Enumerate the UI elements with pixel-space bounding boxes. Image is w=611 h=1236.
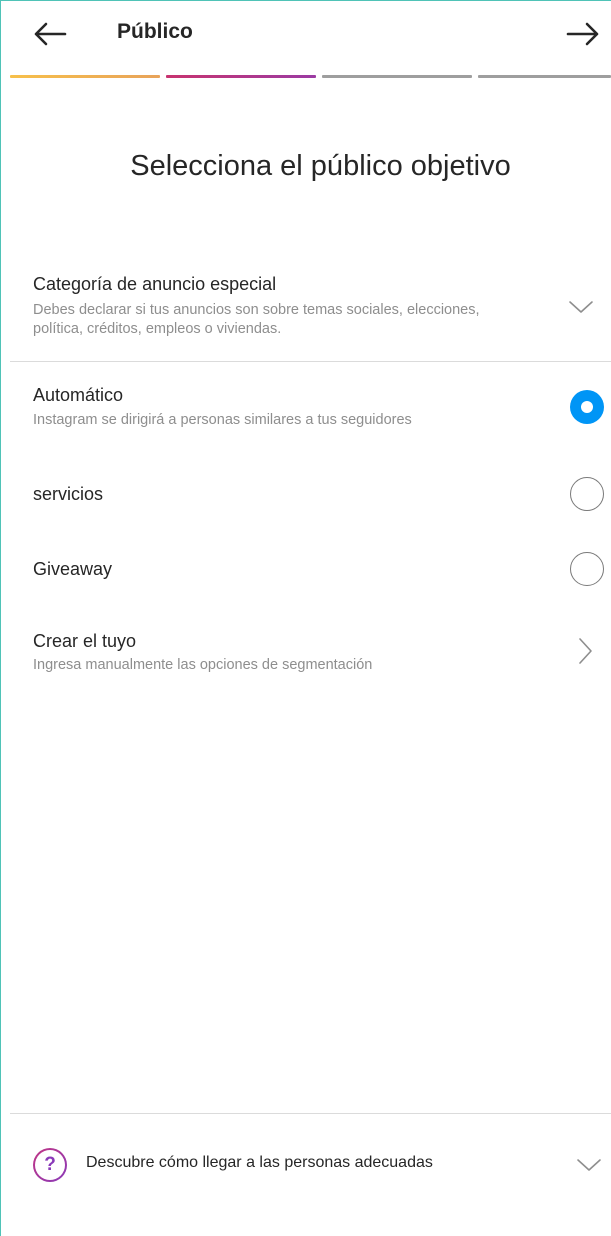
radio-servicios[interactable] bbox=[570, 477, 604, 511]
page-title: Público bbox=[117, 20, 193, 43]
progress-step-4 bbox=[478, 75, 611, 78]
audience-option-label: servicios bbox=[33, 484, 104, 504]
chevron-down-icon bbox=[577, 1159, 601, 1171]
back-button[interactable] bbox=[28, 14, 72, 54]
radio-automatic[interactable] bbox=[570, 390, 604, 424]
help-question-icon: ? bbox=[33, 1148, 67, 1182]
progress-step-1 bbox=[10, 75, 160, 78]
audience-option-label: Automático bbox=[33, 385, 124, 405]
radio-giveaway[interactable] bbox=[570, 552, 604, 586]
create-own-subtitle: Ingresa manualmente las opciones de segm… bbox=[33, 657, 373, 673]
chevron-down-icon bbox=[569, 301, 593, 313]
progress-step-3 bbox=[322, 75, 472, 78]
audience-option-subtitle: Instagram se dirigirá a personas similar… bbox=[33, 412, 412, 428]
progress-step-2 bbox=[166, 75, 316, 78]
divider bbox=[10, 361, 611, 362]
arrow-right-icon bbox=[566, 22, 599, 46]
help-row[interactable] bbox=[10, 1114, 611, 1236]
create-own-audience-row[interactable]: Crear el tuyo Ingresa manualmente las op… bbox=[10, 628, 611, 684]
create-own-title: Crear el tuyo bbox=[33, 631, 137, 651]
arrow-left-icon bbox=[34, 22, 67, 46]
chevron-right-icon bbox=[579, 638, 592, 664]
screen-frame bbox=[0, 0, 611, 1236]
special-ad-category-subtitle: Debes declarar si tus anuncios son sobre… bbox=[33, 302, 480, 337]
audience-option-servicios[interactable]: servicios bbox=[10, 470, 611, 520]
audience-option-giveaway[interactable]: Giveaway bbox=[10, 545, 611, 595]
page-heading: Selecciona el público objetivo bbox=[130, 150, 511, 182]
special-ad-category-row[interactable]: Categoría de anuncio especial Debes decl… bbox=[10, 270, 611, 360]
help-expand-toggle[interactable] bbox=[574, 1150, 604, 1180]
radio-selected-dot bbox=[581, 401, 593, 413]
next-button[interactable] bbox=[561, 14, 605, 54]
special-ad-category-toggle[interactable] bbox=[566, 292, 596, 322]
top-bar: Público bbox=[0, 0, 611, 76]
help-text: Descubre cómo llegar a las personas adec… bbox=[86, 1154, 433, 1171]
audience-option-automatic[interactable]: Automático Instagram se dirigirá a perso… bbox=[10, 380, 611, 436]
audience-option-label: Giveaway bbox=[33, 559, 113, 579]
special-ad-category-title: Categoría de anuncio especial bbox=[33, 274, 277, 294]
step-progress-bar bbox=[10, 75, 611, 78]
